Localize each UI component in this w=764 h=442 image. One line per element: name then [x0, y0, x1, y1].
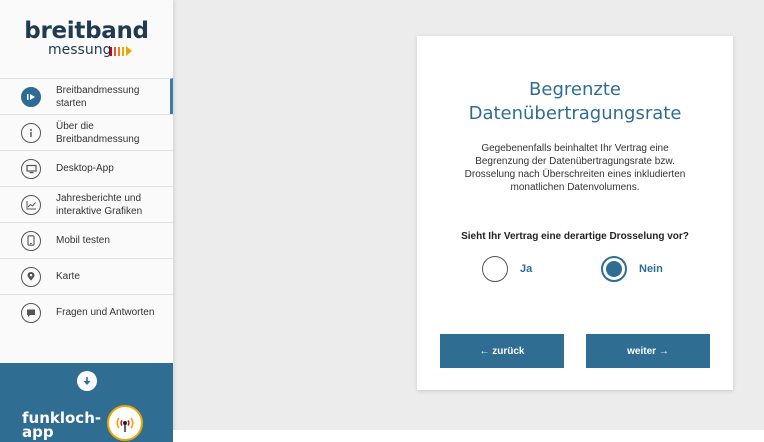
logo-text-breitband: breitband: [24, 18, 149, 44]
radio-label-ja: Ja: [520, 263, 533, 275]
footer-strip: [173, 430, 764, 442]
info-icon: [21, 122, 41, 143]
arrow-down-icon[interactable]: [77, 371, 97, 391]
monitor-icon: [21, 158, 41, 179]
sidebar-item-desktop-app[interactable]: Desktop-App: [0, 150, 173, 186]
radio-option-ja[interactable]: Ja: [482, 256, 532, 282]
funkloch-app-banner[interactable]: funkloch- app: [0, 363, 173, 442]
breitbandmessung-logo[interactable]: breitband messung: [0, 0, 173, 78]
next-button[interactable]: weiter →: [586, 334, 710, 368]
page-title-line1: Begrenzte: [529, 79, 621, 100]
antenna-icon: [107, 405, 143, 441]
sidebar-item-label: Über die Breitbandmessung: [56, 120, 140, 145]
sidebar-item-jahresberichte[interactable]: Jahresberichte und interaktive Grafiken: [0, 186, 173, 222]
map-pin-icon: [21, 266, 41, 287]
logo-text-messung: messung: [48, 42, 112, 58]
radio-selected-dot: [606, 261, 622, 277]
sidebar: breitband messung Breitbandmessung start…: [0, 0, 173, 442]
page-title: Begrenzte Datenübertragungsrate: [417, 78, 733, 126]
back-button[interactable]: ← zurück: [440, 334, 564, 368]
sidebar-item-label: Desktop-App: [56, 163, 114, 174]
funkloch-text-line2: app: [22, 423, 54, 441]
mobile-icon: [21, 230, 41, 251]
sidebar-item-karte[interactable]: Karte: [0, 258, 173, 294]
sidebar-item-label: Breitbandmessung starten: [56, 84, 140, 109]
funkloch-app-title: funkloch- app: [22, 411, 101, 441]
page-title-line2: Datenübertragungsrate: [468, 103, 682, 124]
sidebar-nav: Breitbandmessung starten Über die Breitb…: [0, 78, 173, 330]
chart-icon: [21, 194, 41, 215]
description-text: Gegebenenfalls beinhaltet Ihr Vertrag ei…: [464, 143, 686, 193]
sidebar-item-fragen-und-antworten[interactable]: Fragen und Antworten: [0, 294, 173, 330]
sidebar-item-label: Fragen und Antworten: [56, 307, 155, 318]
sidebar-item-mobil-testen[interactable]: Mobil testen: [0, 222, 173, 258]
sidebar-item-label: Karte: [56, 271, 80, 282]
radio-label-nein: Nein: [639, 263, 663, 275]
logo-signal-bars-icon: [110, 46, 132, 56]
throttling-question: Sieht Ihr Vertrag eine derartige Drossel…: [461, 231, 689, 242]
radio-button-ja[interactable]: [482, 256, 508, 282]
sidebar-item-label: Mobil testen: [56, 235, 110, 246]
sidebar-item-ueber-die-breitbandmessung[interactable]: Über die Breitbandmessung: [0, 114, 173, 150]
sidebar-item-breitbandmessung-starten[interactable]: Breitbandmessung starten: [0, 78, 173, 114]
throttling-question-card: Begrenzte Datenübertragungsrate Gegebene…: [417, 36, 733, 390]
radio-button-nein[interactable]: [601, 256, 627, 282]
sidebar-item-label: Jahresberichte und interaktive Grafiken: [56, 192, 143, 217]
radio-option-nein[interactable]: Nein: [601, 256, 663, 282]
play-icon: [21, 86, 41, 107]
chat-icon: [21, 302, 41, 323]
